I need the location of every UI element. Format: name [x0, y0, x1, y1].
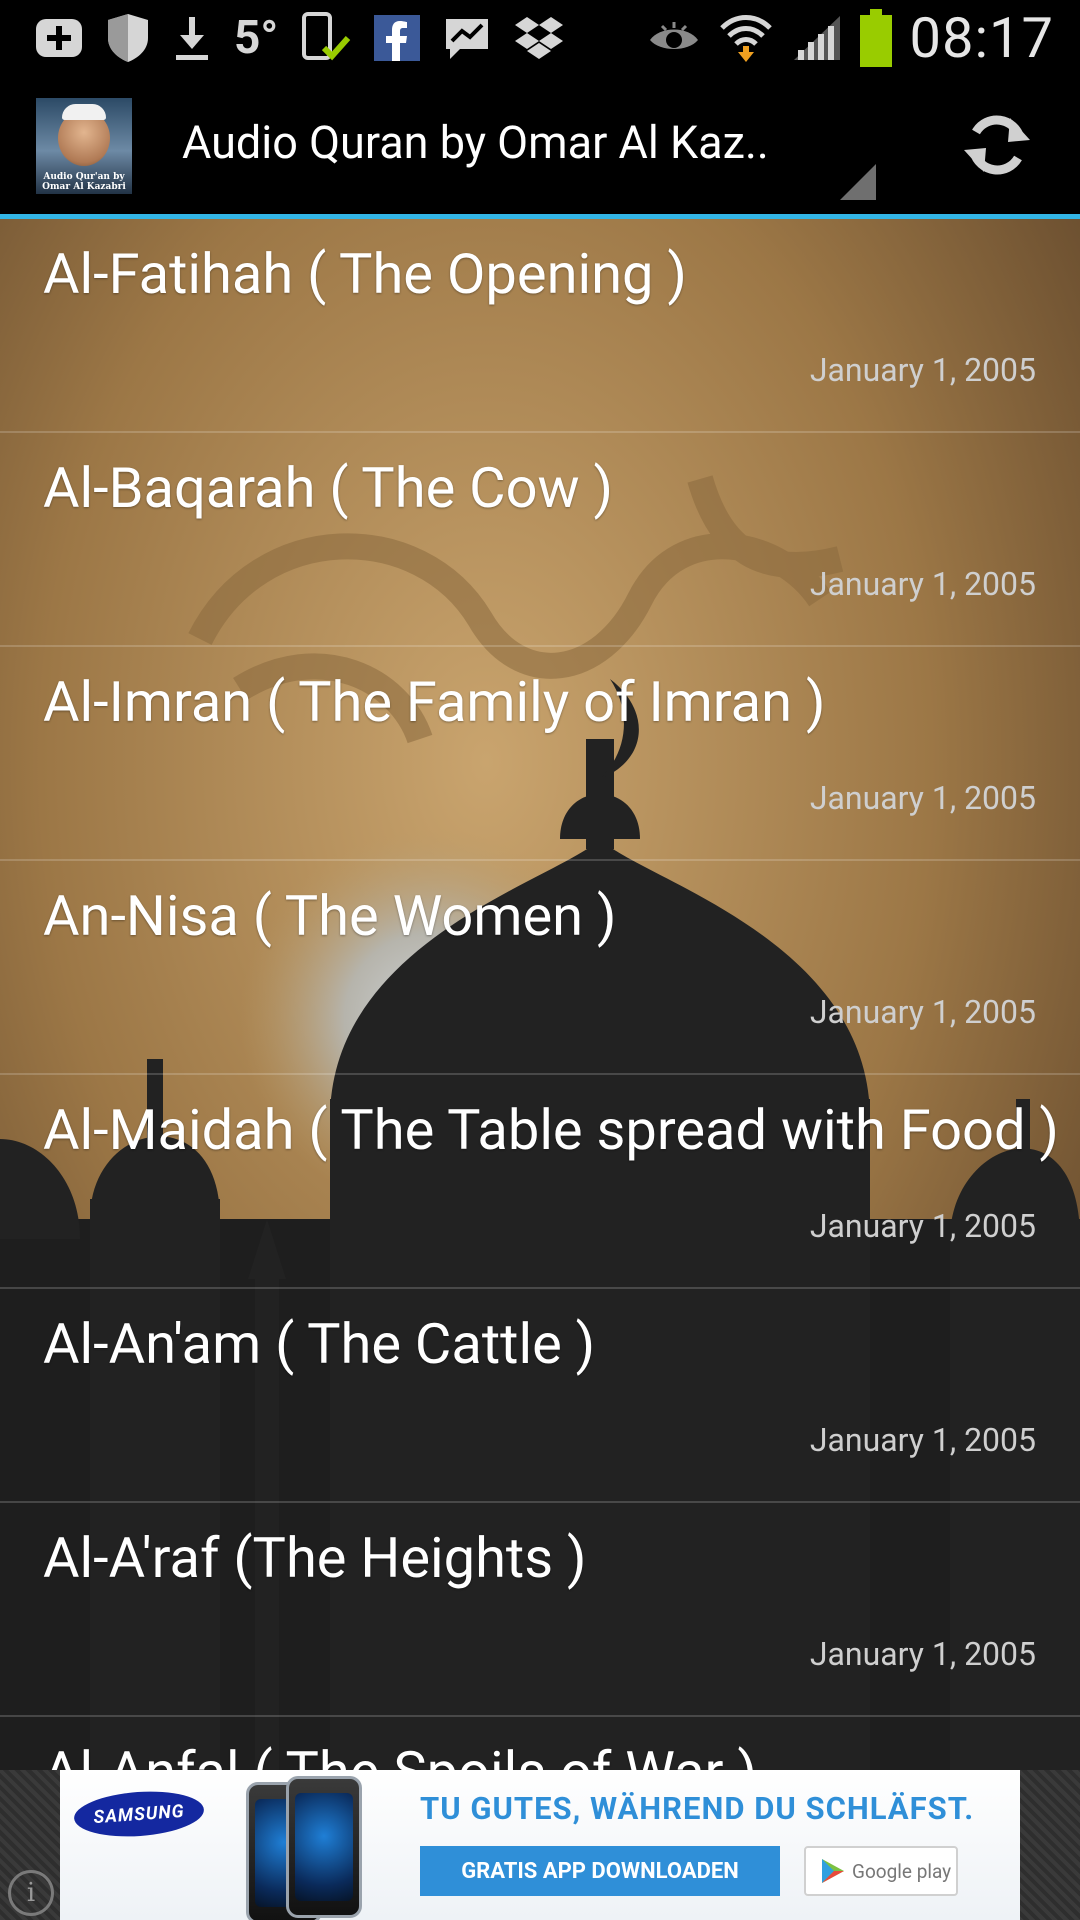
list-item[interactable]: An-Nisa ( The Women ) January 1, 2005	[0, 861, 1080, 1075]
refresh-button[interactable]	[950, 98, 1044, 192]
eye-icon	[648, 10, 700, 66]
signal-icon	[792, 10, 842, 66]
surah-date: January 1, 2005	[809, 1635, 1036, 1673]
surah-title: Al-A'raf (The Heights )	[43, 1525, 587, 1591]
dropbox-icon	[514, 10, 564, 66]
surah-date: January 1, 2005	[809, 565, 1036, 603]
list-item[interactable]: Al-Imran ( The Family of Imran ) January…	[0, 647, 1080, 861]
clock: 08:17	[909, 5, 1054, 71]
ad-phone-image	[286, 1776, 362, 1918]
app-icon-cap	[62, 104, 106, 120]
surah-list: Al-Fatihah ( The Opening ) January 1, 20…	[0, 219, 1080, 1770]
battery-icon	[859, 9, 892, 67]
surah-title: Al-Fatihah ( The Opening )	[43, 241, 687, 307]
samsung-logo: SAMSUNG	[72, 1787, 206, 1841]
shield-icon	[106, 10, 150, 66]
list-item[interactable]: Al-Fatihah ( The Opening ) January 1, 20…	[0, 219, 1080, 433]
surah-date: January 1, 2005	[809, 351, 1036, 389]
app-icon[interactable]: Audio Qur'an by Omar Al Kazabri	[36, 98, 132, 194]
surah-date: January 1, 2005	[809, 993, 1036, 1031]
refresh-icon	[964, 115, 1030, 175]
surah-title: Al-Maidah ( The Table spread with Food )	[43, 1097, 1059, 1163]
app-icon-caption: Audio Qur'an by Omar Al Kazabri	[42, 172, 126, 192]
messenger-icon	[442, 10, 492, 66]
status-bar: 5° 08:17	[0, 0, 1080, 76]
surah-title: An-Nisa ( The Women )	[43, 883, 617, 949]
ad-download-button[interactable]: GRATIS APP DOWNLOADEN	[420, 1846, 780, 1896]
surah-title: Al-Imran ( The Family of Imran )	[43, 669, 826, 735]
google-play-icon	[822, 1859, 844, 1883]
list-item[interactable]: Al-Anfal ( The Spoils of War )	[0, 1717, 1080, 1770]
surah-title: Al-Anfal ( The Spoils of War )	[43, 1739, 757, 1770]
phone-check-icon	[300, 10, 352, 66]
facebook-icon	[374, 10, 421, 66]
google-play-badge[interactable]: Google play	[804, 1846, 958, 1896]
list-item[interactable]: Al-An'am ( The Cattle ) January 1, 2005	[0, 1289, 1080, 1503]
surah-title: Al-An'am ( The Cattle )	[43, 1311, 596, 1377]
add-icon	[34, 10, 84, 66]
download-icon	[172, 10, 212, 66]
ad-banner[interactable]: SAMSUNG TU GUTES, WÄHREND DU SCHLÄFST. G…	[60, 1770, 1020, 1920]
temperature-text: 5°	[234, 11, 279, 65]
surah-date: January 1, 2005	[809, 1207, 1036, 1245]
list-item[interactable]: Al-A'raf (The Heights ) January 1, 2005	[0, 1503, 1080, 1717]
dropdown-indicator-icon[interactable]	[840, 164, 876, 200]
surah-title: Al-Baqarah ( The Cow )	[43, 455, 614, 521]
surah-date: January 1, 2005	[809, 779, 1036, 817]
list-item[interactable]: Al-Baqarah ( The Cow ) January 1, 2005	[0, 433, 1080, 647]
ad-container: i SAMSUNG TU GUTES, WÄHREND DU SCHLÄFST.…	[0, 1770, 1080, 1920]
surah-date: January 1, 2005	[809, 1421, 1036, 1459]
ad-info-icon[interactable]: i	[8, 1870, 54, 1916]
google-play-label: Google play	[852, 1859, 952, 1883]
wifi-icon	[718, 10, 774, 66]
list-item[interactable]: Al-Maidah ( The Table spread with Food )…	[0, 1075, 1080, 1289]
app-title[interactable]: Audio Quran by Omar Al Kaz..	[182, 116, 769, 169]
ad-headline: TU GUTES, WÄHREND DU SCHLÄFST.	[420, 1790, 975, 1827]
action-bar: Audio Qur'an by Omar Al Kazabri Audio Qu…	[0, 76, 1080, 219]
surah-list-area[interactable]: Al-Fatihah ( The Opening ) January 1, 20…	[0, 219, 1080, 1770]
